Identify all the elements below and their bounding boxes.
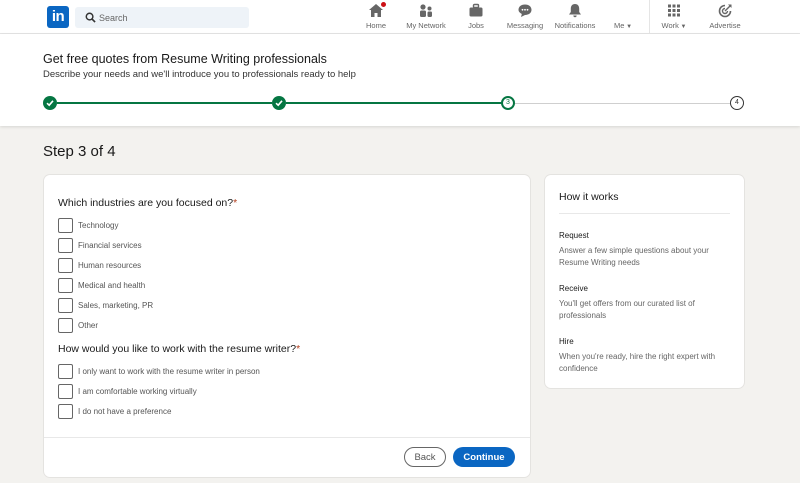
- option-label: Sales, marketing, PR: [78, 301, 154, 310]
- step-hire-description: When you're ready, hire the right expert…: [559, 352, 716, 373]
- nav-work[interactable]: Work ▼: [659, 3, 689, 31]
- briefcase-icon: [468, 3, 484, 18]
- checkbox[interactable]: [58, 364, 73, 379]
- notification-dot: [380, 1, 387, 8]
- nav-label: Work: [661, 21, 679, 30]
- search-box[interactable]: [75, 7, 249, 28]
- divider: [559, 213, 730, 214]
- checkbox[interactable]: [58, 404, 73, 419]
- nav-divider: [649, 0, 650, 34]
- how-it-works-card: How it works Request Answer a few simple…: [545, 175, 744, 388]
- step-2-complete: [272, 96, 286, 110]
- avatar-icon: [615, 3, 631, 18]
- page-title: Get free quotes from Resume Writing prof…: [43, 52, 327, 66]
- checkbox[interactable]: [58, 384, 73, 399]
- option-label: Human resources: [78, 261, 142, 270]
- nav-me[interactable]: Me ▼: [611, 3, 635, 31]
- checkbox[interactable]: [58, 318, 73, 333]
- nav-label: My Network: [406, 21, 446, 30]
- option-label: Financial services: [78, 241, 142, 250]
- option-label: I do not have a preference: [78, 407, 172, 416]
- required-mark: *: [233, 197, 238, 209]
- question-text: How would you like to work with the resu…: [58, 343, 297, 355]
- step-receive-description: You'll get offers from our curated list …: [559, 299, 695, 320]
- step-receive-title: Receive: [559, 284, 588, 293]
- chevron-down-icon: ▼: [624, 24, 633, 30]
- option-label: I am comfortable working virtually: [78, 387, 197, 396]
- chevron-down-icon: ▼: [678, 24, 687, 30]
- questionnaire-card: Which industries are you focused on?* Te…: [44, 175, 530, 477]
- nav-label: Messaging: [506, 21, 544, 30]
- quote-header: Get free quotes from Resume Writing prof…: [0, 34, 800, 126]
- top-navigation: in Home My Network Jobs Messaging: [0, 0, 800, 34]
- nav-advertise[interactable]: Advertise: [706, 3, 744, 31]
- checkbox[interactable]: [58, 218, 73, 233]
- step-hire-title: Hire: [559, 337, 574, 346]
- linkedin-logo[interactable]: in: [47, 6, 69, 28]
- messaging-icon: [517, 3, 533, 18]
- progress-track-remaining: [515, 102, 730, 104]
- question-industries: Which industries are you focused on?*: [58, 197, 237, 209]
- question-work-mode: How would you like to work with the resu…: [58, 343, 300, 355]
- nav-label: Advertise: [709, 21, 741, 30]
- checkbox[interactable]: [58, 258, 73, 273]
- bell-icon: [567, 3, 583, 18]
- continue-button[interactable]: Continue: [453, 447, 515, 467]
- checkbox[interactable]: [58, 298, 73, 313]
- checkbox[interactable]: [58, 278, 73, 293]
- advertise-icon: [717, 3, 733, 18]
- checkbox[interactable]: [58, 238, 73, 253]
- step-request-description: Answer a few simple questions about your…: [559, 246, 709, 267]
- back-button[interactable]: Back: [404, 447, 446, 467]
- checkmark-icon: [46, 100, 54, 107]
- network-icon: [418, 3, 434, 18]
- nav-messaging[interactable]: Messaging: [505, 3, 545, 31]
- card-footer-divider: [44, 437, 530, 438]
- grid-icon: [666, 3, 682, 18]
- nav-label: Jobs: [468, 21, 484, 30]
- option-label: Medical and health: [78, 281, 146, 290]
- progress-track-complete: [286, 102, 502, 104]
- nav-label: Me: [613, 21, 625, 30]
- option-label: I only want to work with the resume writ…: [78, 367, 260, 376]
- required-mark: *: [296, 343, 301, 355]
- page-subtitle: Describe your needs and we'll introduce …: [43, 69, 356, 80]
- how-it-works-title: How it works: [559, 191, 619, 203]
- search-icon: [85, 12, 96, 23]
- nav-home[interactable]: Home: [362, 1, 390, 31]
- progress-track-complete: [57, 102, 272, 104]
- step-3-current: 3: [501, 96, 515, 110]
- nav-jobs[interactable]: Jobs: [463, 3, 489, 31]
- nav-my-network[interactable]: My Network: [402, 3, 450, 31]
- question-text: Which industries are you focused on?: [58, 197, 234, 209]
- step-request-title: Request: [559, 231, 589, 240]
- step-1-complete: [43, 96, 57, 110]
- search-input[interactable]: [99, 7, 244, 28]
- nav-label: Notifications: [554, 21, 596, 30]
- step-title: Step 3 of 4: [43, 143, 116, 160]
- option-label: Other: [78, 321, 99, 330]
- nav-notifications[interactable]: Notifications: [553, 3, 597, 31]
- nav-label: Home: [365, 21, 386, 30]
- checkmark-icon: [275, 100, 283, 107]
- step-4-upcoming: 4: [730, 96, 744, 110]
- home-icon: [368, 1, 387, 18]
- option-label: Technology: [78, 221, 119, 230]
